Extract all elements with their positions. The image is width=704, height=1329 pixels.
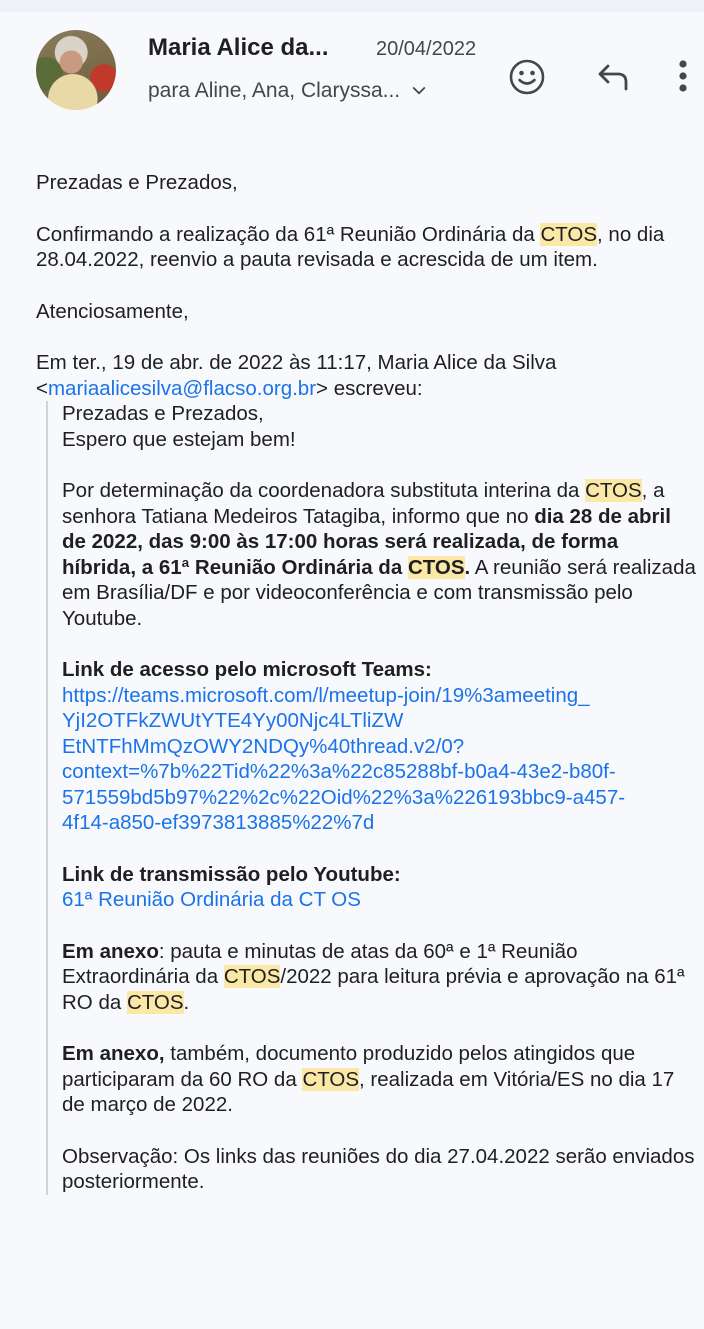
quote-greeting: Prezadas e Prezados, bbox=[62, 402, 264, 425]
more-vert-icon bbox=[679, 60, 687, 92]
sender-avatar[interactable] bbox=[36, 30, 116, 110]
quote-announcement: Por determinação da coordenadora substit… bbox=[62, 479, 696, 630]
top-strip bbox=[0, 0, 704, 12]
confirmation-paragraph: Confirmando a realização da 61ª Reunião … bbox=[36, 222, 665, 271]
sender-name[interactable]: Maria Alice da... bbox=[148, 34, 329, 62]
message-header: Maria Alice da... 20/04/2022 para Aline,… bbox=[0, 12, 704, 122]
recipients-toggle[interactable]: para Aline, Ana, Claryssa... bbox=[148, 79, 428, 103]
message-date: 20/04/2022 bbox=[376, 38, 477, 60]
annex-paragraph-1: Em anexo: pauta e minutas de atas da 60ª… bbox=[62, 939, 685, 1014]
emoji-smile-icon bbox=[509, 59, 545, 95]
youtube-link[interactable]: 61ª Reunião Ordinária da CT OS bbox=[62, 887, 696, 913]
youtube-link-label: Link de transmissão pelo Youtube: bbox=[62, 862, 401, 886]
teams-meeting-link[interactable]: https://teams.microsoft.com/l/meetup-joi… bbox=[62, 683, 696, 836]
quote-intro: Em ter., 19 de abr. de 2022 às 11:17, Ma… bbox=[36, 351, 557, 400]
more-options-button[interactable] bbox=[668, 56, 698, 96]
annex-paragraph-2: Em anexo, também, documento produzido pe… bbox=[62, 1042, 675, 1116]
reply-button[interactable] bbox=[594, 58, 634, 96]
observation-paragraph: Observação: Os links das reuniões do dia… bbox=[62, 1144, 695, 1194]
message-body: Prezadas e Prezados, Confirmando a reali… bbox=[36, 170, 696, 1195]
highlight-ctos: CTOS bbox=[540, 222, 598, 246]
add-reaction-button[interactable] bbox=[508, 58, 546, 96]
quote-hope: Espero que estejam bem! bbox=[62, 427, 296, 451]
recipients-label: para Aline, Ana, Claryssa... bbox=[148, 79, 401, 102]
reply-icon bbox=[598, 64, 628, 91]
greeting: Prezadas e Prezados, bbox=[36, 171, 238, 194]
quoted-sender-email-link[interactable]: mariaalicesilva@flacso.org.br bbox=[48, 377, 316, 400]
chevron-down-icon bbox=[412, 87, 426, 95]
quoted-message: Prezadas e Prezados, Espero que estejam … bbox=[46, 401, 696, 1195]
teams-link-label: Link de acesso pelo microsoft Teams: bbox=[62, 658, 432, 681]
signoff: Atenciosamente, bbox=[36, 299, 189, 323]
